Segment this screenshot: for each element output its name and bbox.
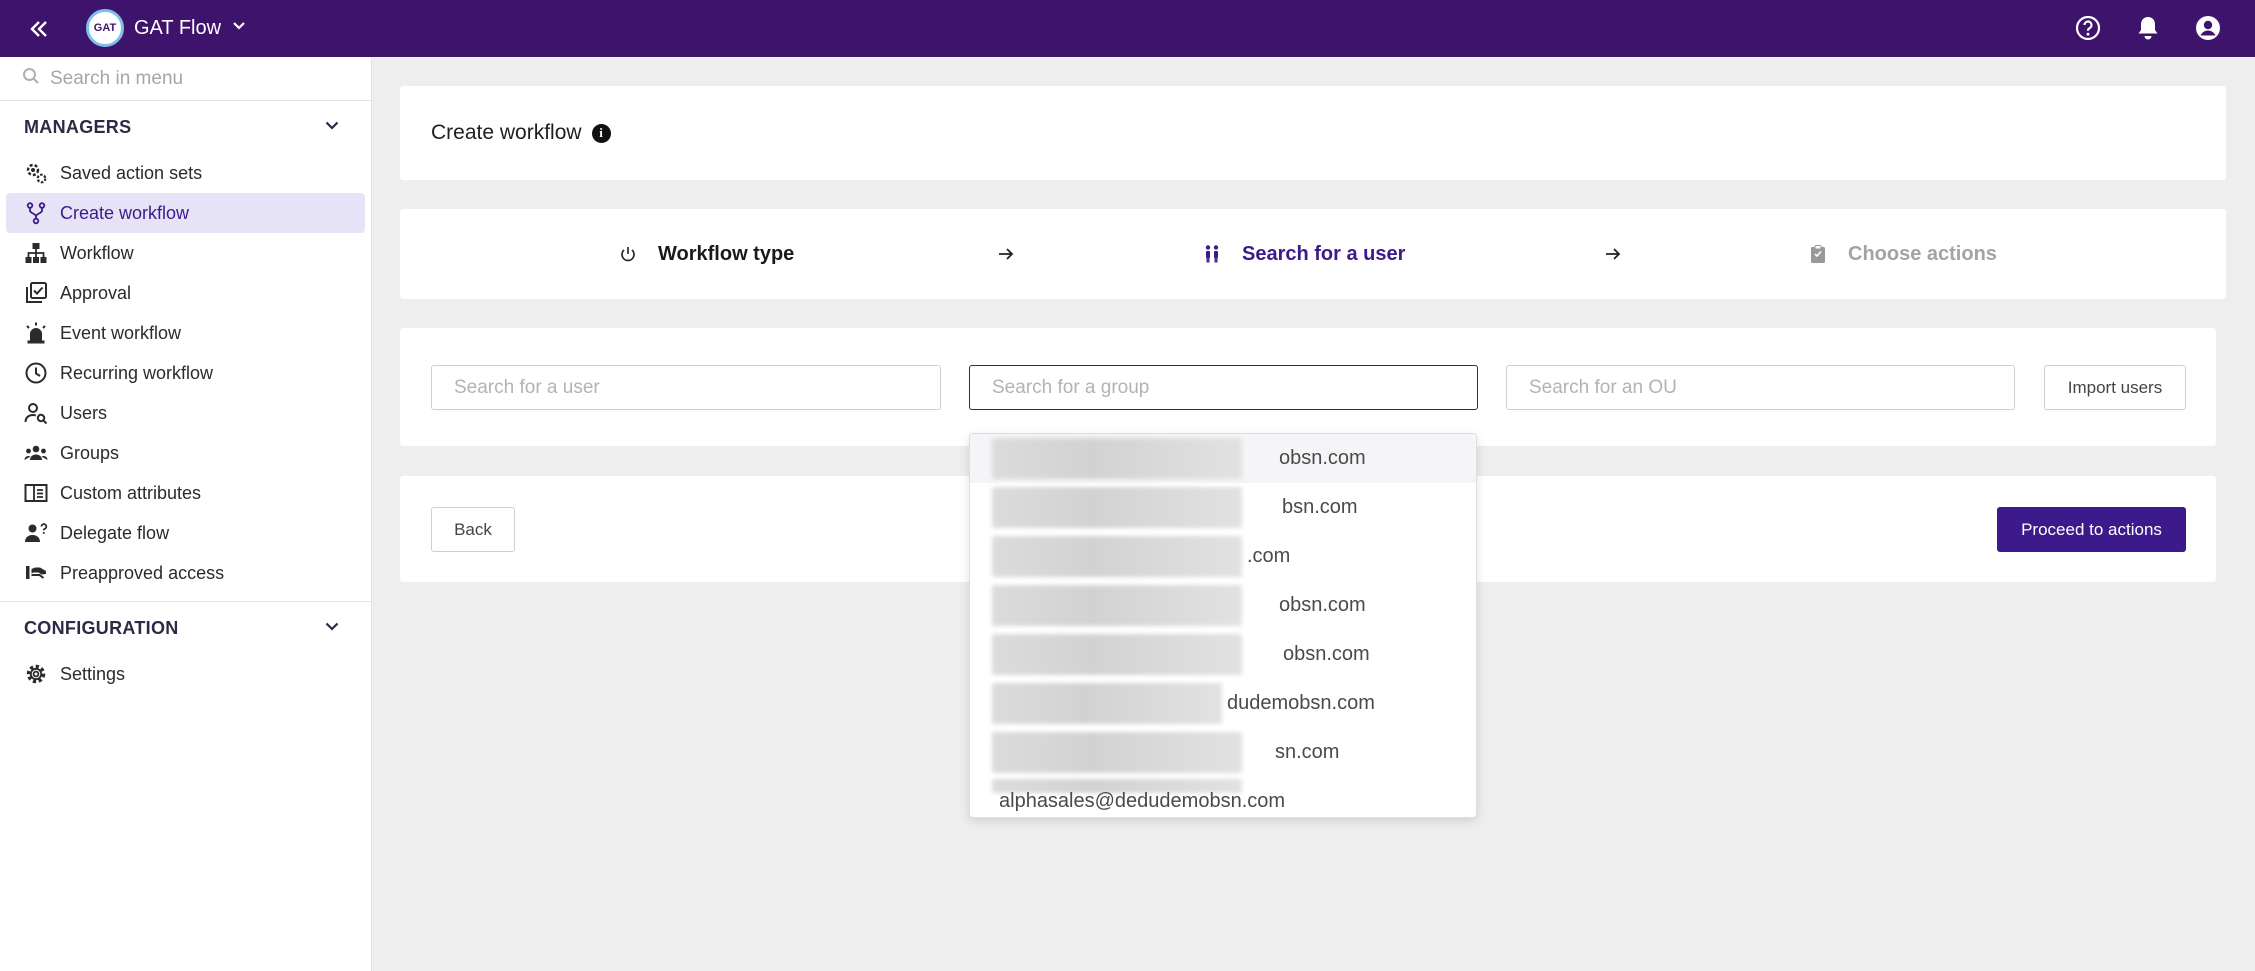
redacted-text [992,585,1242,626]
redacted-text [992,732,1242,773]
delegate-icon [24,521,48,545]
sidebar-item-groups[interactable]: Groups [6,433,365,473]
menu-search-input[interactable] [50,67,350,90]
sidebar-item-label: Settings [60,663,126,684]
dropdown-option[interactable]: obsn.com [970,630,1476,679]
sidebar-item-users[interactable]: Users [6,393,365,433]
menu-search [0,57,371,101]
search-icon [22,67,40,90]
sidebar-item-label: Saved action sets [60,162,203,183]
step-label: Search for a user [1242,242,1406,265]
fork-icon [24,201,48,225]
sidebar: MANAGERS Saved action sets Create workfl… [0,57,372,971]
search-group-input[interactable] [969,365,1478,410]
step-choose-actions[interactable]: Choose actions [1806,209,1997,299]
sidebar-item-label: Recurring workflow [60,362,214,383]
page-title-card: Create workflow i [400,86,2226,180]
sidebar-item-event-workflow[interactable]: Event workflow [6,313,365,353]
page-title: Create workflow [431,121,582,144]
configuration-section-title: CONFIGURATION [24,617,179,638]
user-search-icon [24,401,48,425]
sidebar-item-label: Event workflow [60,322,182,343]
account-avatar-icon[interactable] [2193,13,2223,43]
gear-icon [24,662,48,686]
sidebar-item-approval[interactable]: Approval [6,273,365,313]
dropdown-option[interactable]: bsn.com [970,483,1476,532]
redacted-text [992,536,1242,577]
sidebar-item-label: Create workflow [60,202,190,223]
hierarchy-icon [24,241,48,265]
back-button[interactable]: Back [431,507,515,552]
sidebar-item-label: Users [60,402,108,423]
sidebar-item-create-workflow[interactable]: Create workflow [6,193,365,233]
sidebar-item-label: Approval [60,282,132,303]
managers-section-title: MANAGERS [24,116,132,137]
search-card: Import users [400,328,2216,446]
app-switcher[interactable]: GAT GAT Flow [86,9,247,47]
help-icon[interactable] [2073,13,2103,43]
top-bar: GAT GAT Flow [0,0,2255,57]
sidebar-item-delegate-flow[interactable]: Delegate flow [6,513,365,553]
redacted-text [992,487,1242,528]
proceed-to-actions-button[interactable]: Proceed to actions [1997,507,2186,552]
import-users-button[interactable]: Import users [2044,365,2186,410]
clock-icon [24,361,48,385]
sidebar-item-custom-attributes[interactable]: Custom attributes [6,473,365,513]
configuration-section-toggle[interactable]: CONFIGURATION [0,602,371,654]
chevron-down-icon [323,617,341,640]
sidebar-item-label: Workflow [60,242,134,263]
dropdown-option[interactable]: obsn.com [970,581,1476,630]
info-icon[interactable]: i [591,123,611,143]
gears-icon [24,161,48,185]
step-label: Choose actions [1848,242,1997,265]
sidebar-item-label: Preapproved access [60,562,225,583]
redacted-text [992,634,1242,675]
sidebar-item-preapproved-access[interactable]: Preapproved access [6,553,365,593]
sidebar-item-settings[interactable]: Settings [6,654,365,694]
dropdown-option[interactable]: obsn.com [970,434,1476,483]
sidebar-item-workflow[interactable]: Workflow [6,233,365,273]
app-name: GAT Flow [134,16,222,39]
gat-flow-logo-icon: GAT [86,9,124,47]
arrow-right-icon [994,242,1018,266]
sidebar-item-label: Delegate flow [60,522,170,543]
chevron-down-icon [323,116,341,139]
arrow-right-icon [1601,242,1625,266]
search-ou-input[interactable] [1506,365,2015,410]
workflow-stepper: Workflow type Search for a user Choose a… [400,209,2226,299]
siren-icon [24,321,48,345]
attributes-icon [24,481,48,505]
power-icon [616,242,640,266]
dropdown-option[interactable]: .com [970,532,1476,581]
approval-icon [24,281,48,305]
managers-section-toggle[interactable]: MANAGERS [0,101,371,153]
group-suggestions-dropdown: obsn.com bsn.com .com obsn.com obsn.com … [969,433,1477,818]
notifications-bell-icon[interactable] [2133,13,2163,43]
dropdown-option[interactable]: alphasales@dedudemobsn.com [970,777,1476,817]
search-user-input[interactable] [431,365,941,410]
sidebar-item-recurring-workflow[interactable]: Recurring workflow [6,353,365,393]
step-search-for-a-user[interactable]: Search for a user [1200,209,1405,299]
clipboard-icon [1806,242,1830,266]
people-icon [1200,242,1224,266]
dropdown-option[interactable]: dudemobsn.com [970,679,1476,728]
step-label: Workflow type [658,242,795,265]
collapse-sidebar-icon[interactable] [24,14,54,44]
redacted-text [992,438,1242,479]
groups-icon [24,441,48,465]
sidebar-item-label: Groups [60,442,120,463]
chevron-down-icon [231,18,247,39]
redacted-text [992,683,1222,724]
sidebar-item-label: Custom attributes [60,482,202,503]
preapproved-icon [24,561,48,585]
dropdown-option[interactable]: sn.com [970,728,1476,777]
sidebar-item-saved-action-sets[interactable]: Saved action sets [6,153,365,193]
step-workflow-type[interactable]: Workflow type [616,209,794,299]
